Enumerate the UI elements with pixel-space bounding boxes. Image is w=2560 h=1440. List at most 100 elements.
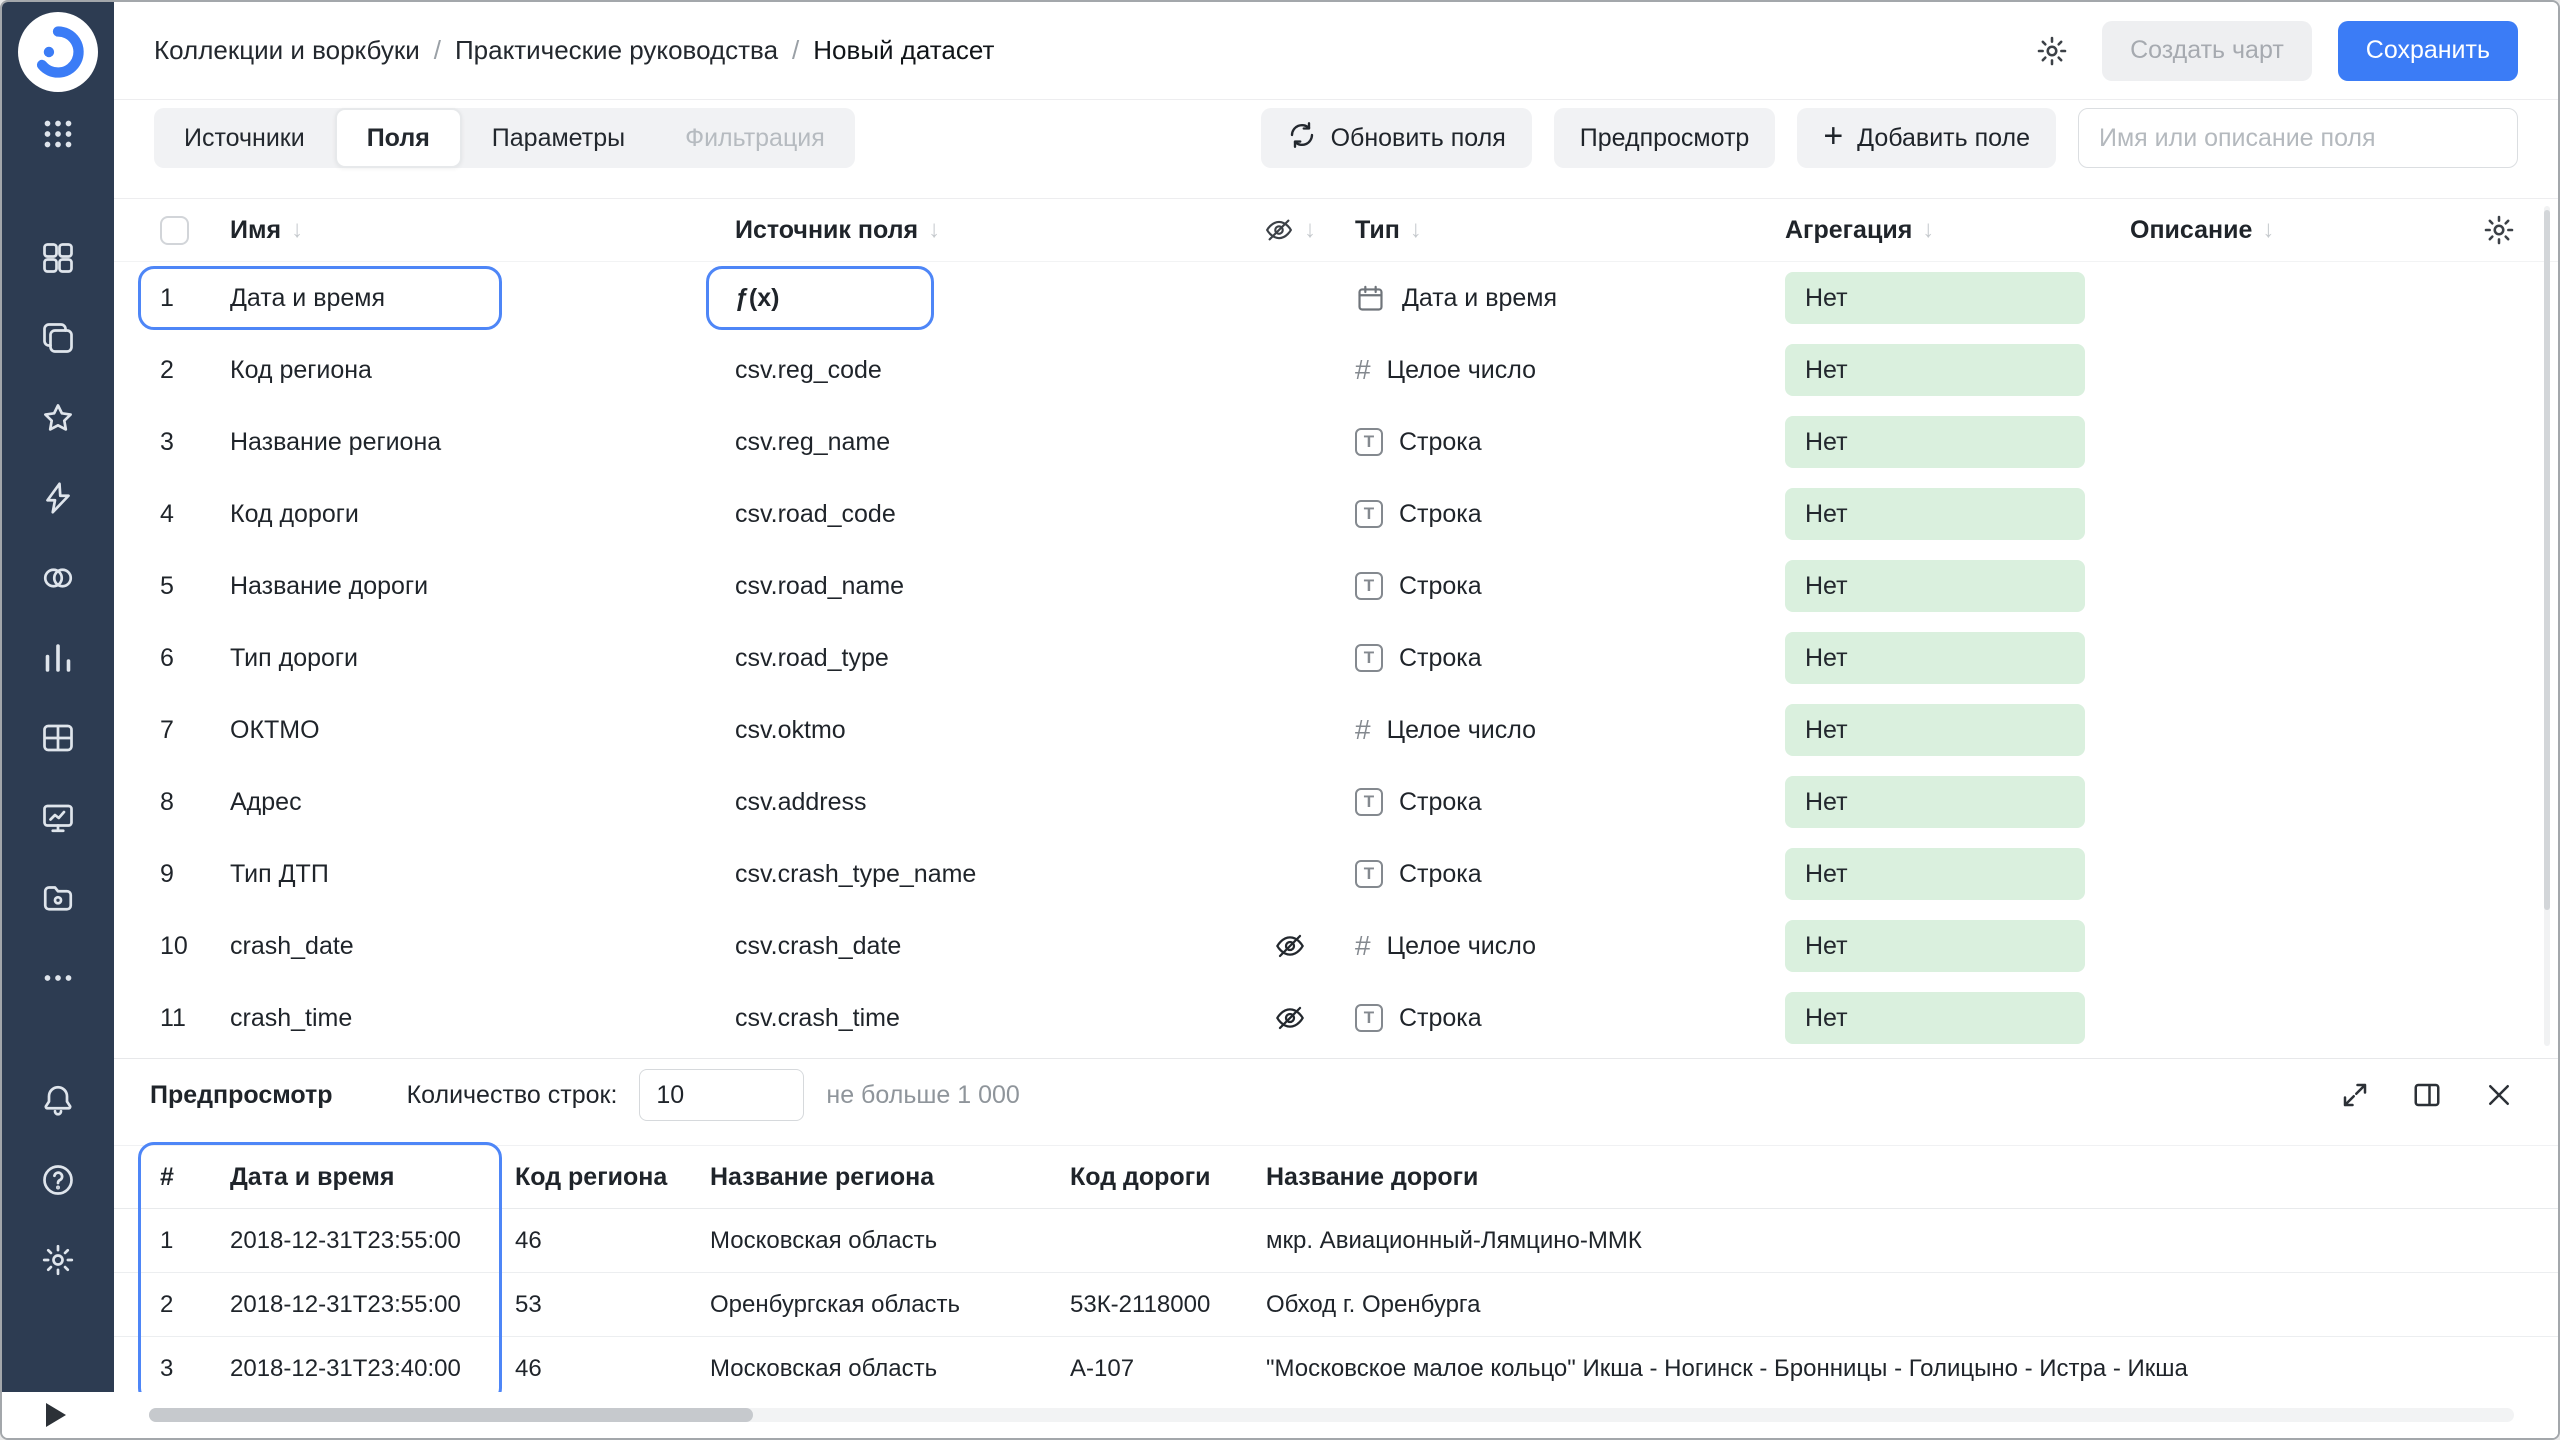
field-name[interactable]: Адрес	[220, 788, 725, 817]
collapse-sidebar-icon[interactable]	[46, 1403, 66, 1427]
connections-icon[interactable]	[36, 556, 80, 600]
notifications-bell-icon[interactable]	[36, 1078, 80, 1122]
col-header-visibility[interactable]: ↓	[1225, 215, 1345, 245]
field-source[interactable]: csv.reg_code	[725, 356, 1225, 385]
field-name[interactable]: ОКТМО	[220, 716, 725, 745]
tab-fields[interactable]: Поля	[335, 108, 462, 168]
field-type[interactable]: TСтрока	[1345, 860, 1775, 889]
widgets-icon[interactable]	[36, 236, 80, 280]
aggregation-select[interactable]: Нет	[1775, 848, 2120, 900]
field-name[interactable]: Тип дороги	[220, 644, 725, 673]
field-name[interactable]: Название региона	[220, 428, 725, 457]
vertical-scrollbar-thumb[interactable]	[2544, 210, 2550, 910]
field-row[interactable]: 5Название дорогиcsv.road_nameTСтрокаНет	[114, 550, 2558, 622]
field-type[interactable]: TСтрока	[1345, 428, 1775, 457]
dock-preview-icon[interactable]	[2412, 1080, 2442, 1110]
row-count-input[interactable]	[639, 1069, 804, 1121]
field-name[interactable]: Код региона	[220, 356, 725, 385]
breadcrumb-item[interactable]: Коллекции и воркбуки	[154, 35, 420, 66]
hidden-eye-icon[interactable]	[1225, 1002, 1345, 1034]
close-preview-icon[interactable]	[2484, 1080, 2514, 1110]
col-header-type[interactable]: Тип↓	[1345, 216, 1775, 245]
field-source[interactable]: csv.oktmo	[725, 716, 1225, 745]
field-type[interactable]: TСтрока	[1345, 500, 1775, 529]
field-row[interactable]: 2Код регионаcsv.reg_code#Целое числоНет	[114, 334, 2558, 406]
field-name[interactable]: Тип ДТП	[220, 860, 725, 889]
field-type[interactable]: #Целое число	[1345, 930, 1775, 962]
aggregation-select[interactable]: Нет	[1775, 704, 2120, 756]
storage-icon[interactable]	[36, 876, 80, 920]
field-source[interactable]: ƒ(x)	[725, 284, 1225, 313]
tab-filtering[interactable]: Фильтрация	[655, 108, 855, 168]
collections-icon[interactable]	[36, 316, 80, 360]
field-row[interactable]: 6Тип дорогиcsv.road_typeTСтрокаНет	[114, 622, 2558, 694]
field-name[interactable]: Дата и время	[220, 284, 725, 313]
preview-button[interactable]: Предпросмотр	[1554, 108, 1776, 168]
col-header-source[interactable]: Источник поля↓	[725, 216, 1225, 245]
horizontal-scrollbar-thumb[interactable]	[149, 1408, 753, 1422]
field-source[interactable]: csv.reg_name	[725, 428, 1225, 457]
field-type[interactable]: Дата и время	[1345, 283, 1775, 314]
breadcrumb-item[interactable]: Практические руководства	[455, 35, 778, 66]
lightning-icon[interactable]	[36, 476, 80, 520]
horizontal-scrollbar[interactable]	[149, 1408, 2514, 1422]
field-row[interactable]: 10crash_datecsv.crash_date#Целое числоНе…	[114, 910, 2558, 982]
refresh-fields-button[interactable]: Обновить поля	[1261, 108, 1532, 168]
col-header-description[interactable]: Описание↓	[2120, 216, 2442, 245]
field-source[interactable]: csv.road_code	[725, 500, 1225, 529]
aggregation-select[interactable]: Нет	[1775, 920, 2120, 972]
field-row[interactable]: 8Адресcsv.addressTСтрокаНет	[114, 766, 2558, 838]
tab-sources[interactable]: Источники	[154, 108, 335, 168]
field-source[interactable]: csv.crash_date	[725, 932, 1225, 961]
field-row[interactable]: 9Тип ДТПcsv.crash_type_nameTСтрокаНет	[114, 838, 2558, 910]
tab-parameters[interactable]: Параметры	[462, 108, 655, 168]
field-type[interactable]: #Целое число	[1345, 714, 1775, 746]
field-name[interactable]: crash_time	[220, 1004, 725, 1033]
field-row[interactable]: 1Дата и времяƒ(x)Дата и времяНет	[114, 262, 2558, 334]
settings-gear-icon[interactable]	[36, 1238, 80, 1282]
field-type[interactable]: TСтрока	[1345, 1004, 1775, 1033]
field-name[interactable]: Код дороги	[220, 500, 725, 529]
add-field-button[interactable]: + Добавить поле	[1797, 108, 2056, 168]
field-search-input[interactable]	[2078, 108, 2518, 168]
field-type[interactable]: TСтрока	[1345, 572, 1775, 601]
favorites-star-icon[interactable]	[36, 396, 80, 440]
apps-grid-icon[interactable]	[36, 112, 80, 156]
vertical-scrollbar[interactable]	[2544, 206, 2550, 1046]
aggregation-select[interactable]: Нет	[1775, 344, 2120, 396]
field-source[interactable]: csv.crash_type_name	[725, 860, 1225, 889]
aggregation-select[interactable]: Нет	[1775, 632, 2120, 684]
expand-preview-icon[interactable]	[2340, 1080, 2370, 1110]
aggregation-select[interactable]: Нет	[1775, 992, 2120, 1044]
col-header-name[interactable]: Имя↓	[220, 216, 725, 245]
datasets-icon[interactable]	[36, 716, 80, 760]
aggregation-select[interactable]: Нет	[1775, 488, 2120, 540]
create-chart-button[interactable]: Создать чарт	[2102, 21, 2312, 81]
save-button[interactable]: Сохранить	[2338, 21, 2518, 81]
header-gear-icon[interactable]	[2028, 27, 2076, 75]
field-source[interactable]: csv.road_name	[725, 572, 1225, 601]
aggregation-select[interactable]: Нет	[1775, 776, 2120, 828]
field-row[interactable]: 7ОКТМОcsv.oktmo#Целое числоНет	[114, 694, 2558, 766]
field-row[interactable]: 3Название регионаcsv.reg_nameTСтрокаНет	[114, 406, 2558, 478]
select-all-checkbox[interactable]	[160, 216, 189, 245]
field-name[interactable]: Название дороги	[220, 572, 725, 601]
aggregation-select[interactable]: Нет	[1775, 272, 2120, 324]
field-type[interactable]: #Целое число	[1345, 354, 1775, 386]
table-settings-gear-icon[interactable]	[2482, 213, 2516, 247]
monitoring-icon[interactable]	[36, 796, 80, 840]
field-name[interactable]: crash_date	[220, 932, 725, 961]
field-source[interactable]: csv.crash_time	[725, 1004, 1225, 1033]
more-icon[interactable]	[36, 956, 80, 1000]
col-header-aggregation[interactable]: Агрегация↓	[1775, 216, 2120, 245]
field-type[interactable]: TСтрока	[1345, 788, 1775, 817]
hidden-eye-icon[interactable]	[1225, 930, 1345, 962]
field-type[interactable]: TСтрока	[1345, 644, 1775, 673]
field-source[interactable]: csv.road_type	[725, 644, 1225, 673]
aggregation-select[interactable]: Нет	[1775, 560, 2120, 612]
help-icon[interactable]	[36, 1158, 80, 1202]
aggregation-select[interactable]: Нет	[1775, 416, 2120, 468]
field-row[interactable]: 4Код дорогиcsv.road_codeTСтрокаНет	[114, 478, 2558, 550]
field-row[interactable]: 11crash_timecsv.crash_timeTСтрокаНет	[114, 982, 2558, 1054]
charts-icon[interactable]	[36, 636, 80, 680]
